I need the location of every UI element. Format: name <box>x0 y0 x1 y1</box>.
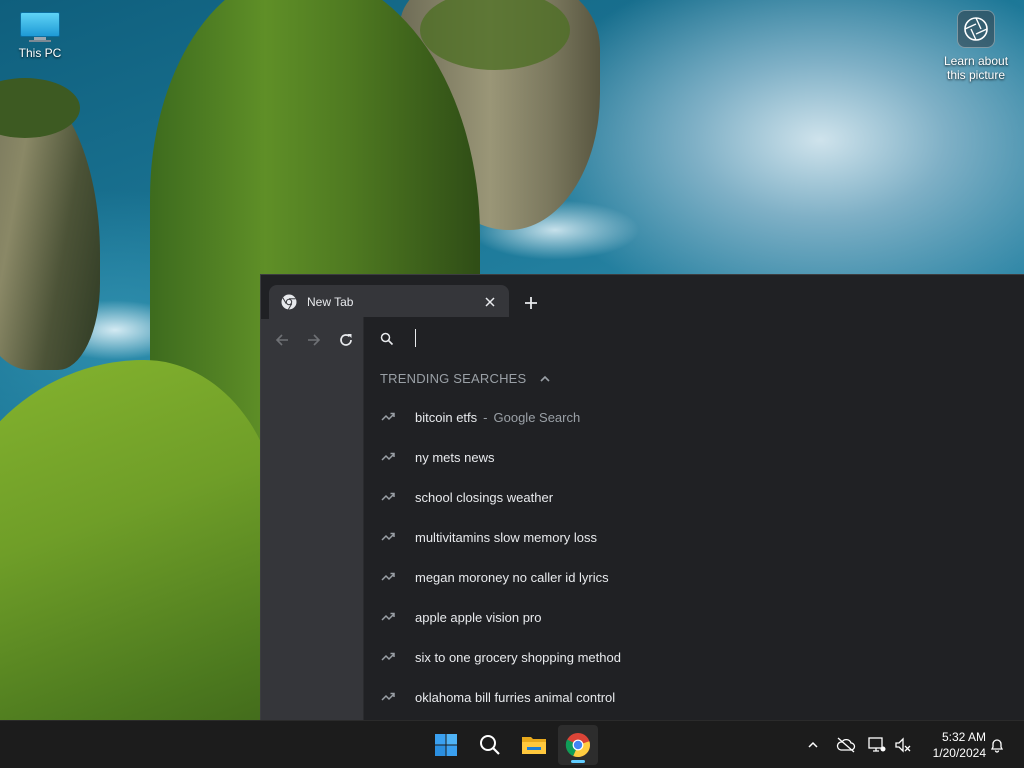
reload-icon <box>340 334 352 346</box>
back-arrow-icon <box>275 334 288 346</box>
suggestion-item[interactable]: megan moroney no caller id lyrics <box>364 557 1024 597</box>
tab-title: New Tab <box>307 295 354 309</box>
trending-up-icon <box>381 652 395 661</box>
show-hidden-icons-button[interactable] <box>802 721 824 768</box>
omnibox-row <box>364 317 1024 359</box>
suggestion-text: six to one grocery shopping method <box>415 649 621 665</box>
trending-up-icon <box>381 692 395 701</box>
trending-up-icon <box>381 412 395 421</box>
chevron-up-icon <box>808 741 818 748</box>
plus-icon <box>525 297 537 309</box>
trending-up-icon <box>381 612 395 621</box>
suggestion-text: oklahoma bill furries animal control <box>415 689 616 705</box>
clock-date: 1/20/2024 <box>932 746 986 760</box>
bell-icon <box>990 739 1004 753</box>
omnibox-dropdown: TRENDING SEARCHES bitcoin etfs - Google … <box>363 317 1024 720</box>
desktop-icon-label: this picture <box>946 68 1006 82</box>
chrome-window: New Tab TRENDING SEARCHES bitcoin etfs -… <box>260 274 1024 720</box>
clock-time: 5:32 AM <box>941 730 986 744</box>
trending-searches-label: TRENDING SEARCHES <box>380 371 527 386</box>
trending-up-icon <box>381 452 395 461</box>
reload-button[interactable] <box>335 329 357 351</box>
suggestion-list: bitcoin etfs - Google Search ny mets new… <box>364 397 1024 717</box>
wallpaper-ridge <box>0 360 280 720</box>
search-icon <box>480 735 500 755</box>
close-icon[interactable] <box>481 293 499 311</box>
trending-up-icon <box>381 532 395 541</box>
taskbar: 5:32 AM 1/20/2024 <box>0 720 1024 768</box>
chevron-up-icon[interactable] <box>538 372 552 386</box>
file-explorer-icon <box>522 737 546 754</box>
network-tray-button[interactable] <box>866 721 888 768</box>
forward-button[interactable] <box>303 329 325 351</box>
desktop-icon-label: Learn about <box>943 54 1009 68</box>
notifications-button[interactable] <box>986 721 1008 768</box>
back-button[interactable] <box>271 329 293 351</box>
suggestion-text: multivitamins slow memory loss <box>415 529 598 545</box>
tab-strip: New Tab <box>261 275 1024 319</box>
suggestion-item[interactable]: apple apple vision pro <box>364 597 1024 637</box>
desktop-icon-learn-about-picture[interactable]: Learn about this picture <box>938 10 1014 82</box>
chrome-icon <box>281 294 297 310</box>
suggestion-suffix: Google Search <box>493 409 581 425</box>
start-button[interactable] <box>426 725 466 765</box>
trending-up-icon <box>381 492 395 501</box>
forward-arrow-icon <box>308 334 321 346</box>
suggestion-text: apple apple vision pro <box>415 609 542 625</box>
active-indicator <box>571 760 585 763</box>
tab-new-tab[interactable]: New Tab <box>269 285 509 319</box>
suggestion-item[interactable]: ny mets news <box>364 437 1024 477</box>
desktop-icon-label: This PC <box>18 46 62 60</box>
suggestion-text: megan moroney no caller id lyrics <box>415 569 609 585</box>
omnibox-input[interactable] <box>408 327 968 349</box>
search-icon <box>380 332 394 346</box>
suggestion-item[interactable]: six to one grocery shopping method <box>364 637 1024 677</box>
camera-lens-icon <box>957 10 995 48</box>
file-explorer-button[interactable] <box>514 725 554 765</box>
taskbar-search-button[interactable] <box>470 725 510 765</box>
chrome-taskbar-button[interactable] <box>558 725 598 765</box>
suggestion-item[interactable]: multivitamins slow memory loss <box>364 517 1024 557</box>
taskbar-clock[interactable]: 5:32 AM 1/20/2024 <box>920 729 986 761</box>
suggestion-text: bitcoin etfs <box>415 409 478 425</box>
new-tab-button[interactable] <box>519 291 543 315</box>
network-icon <box>868 737 886 752</box>
windows-start-icon <box>435 734 457 756</box>
suggestion-separator: - <box>483 409 488 425</box>
suggestion-text: school closings weather <box>415 489 554 505</box>
monitor-icon <box>19 10 61 42</box>
onedrive-tray-button[interactable] <box>834 721 858 768</box>
suggestion-item[interactable]: bitcoin etfs - Google Search <box>364 397 1024 437</box>
desktop-icon-this-pc[interactable]: This PC <box>12 10 68 60</box>
cloud-off-icon <box>836 737 856 753</box>
trending-up-icon <box>381 572 395 581</box>
trending-searches-header[interactable]: TRENDING SEARCHES <box>380 371 552 386</box>
suggestion-item[interactable]: oklahoma bill furries animal control <box>364 677 1024 717</box>
suggestion-text: ny mets news <box>415 449 495 465</box>
volume-muted-icon <box>895 737 911 753</box>
text-caret <box>415 329 416 347</box>
volume-tray-button[interactable] <box>892 721 914 768</box>
chrome-icon <box>565 733 590 757</box>
suggestion-item[interactable]: school closings weather <box>364 477 1024 517</box>
